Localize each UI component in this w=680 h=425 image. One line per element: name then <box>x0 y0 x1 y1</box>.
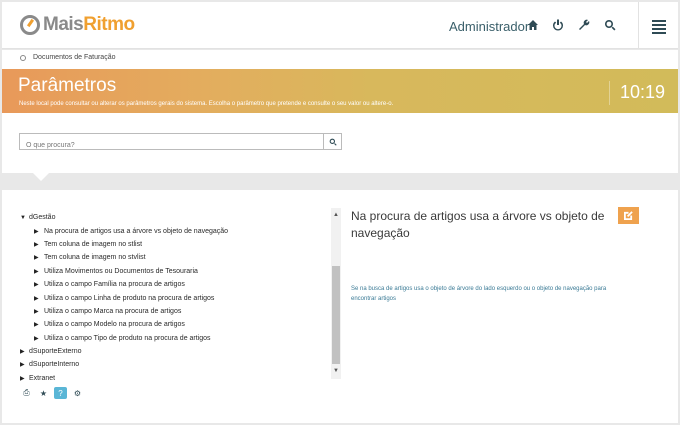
tree-item[interactable]: ▶ Utiliza o campo Tipo de produto na proc… <box>20 332 228 345</box>
tree-item[interactable]: ▶ Utiliza o campo Modelo na procura de ar… <box>20 318 228 331</box>
breadcrumb-dot-icon <box>20 54 26 61</box>
scroll-up-icon[interactable]: ▲ <box>333 212 339 218</box>
brand-logo[interactable]: MaisRitmo <box>20 14 135 36</box>
tree-item[interactable]: ▶ Utiliza o campo Família na procura de a… <box>20 278 228 291</box>
user-name[interactable]: Administrador <box>449 19 529 34</box>
parameter-description: Se na busca de artigos usa o objeto de á… <box>351 286 607 302</box>
wrench-icon[interactable] <box>576 16 592 34</box>
top-navbar: MaisRitmo Administrador <box>2 2 678 49</box>
page-subtitle: Neste local pode consultar ou alterar os… <box>19 101 394 107</box>
tree-item[interactable]: ▶ Utiliza Movimentos ou Documentos de Tes… <box>20 265 228 278</box>
edit-button[interactable] <box>618 207 639 224</box>
tree-group-dgestao[interactable]: ▼ dGestão <box>20 211 228 224</box>
gear-icon[interactable]: ⚙ <box>71 387 84 399</box>
caret-right-icon: ▶ <box>34 241 39 248</box>
tree-group-dsuporteexterno[interactable]: ▶ dSuporteExterno <box>20 345 228 358</box>
caret-right-icon: ▶ <box>20 375 25 382</box>
logo-mark-icon <box>20 15 40 35</box>
scroll-thumb[interactable] <box>332 266 340 364</box>
search-button[interactable] <box>323 134 341 149</box>
page-banner: Parâmetros Neste local pode consultar ou… <box>2 69 678 113</box>
home-icon[interactable] <box>525 16 541 34</box>
help-icon[interactable]: ? <box>54 387 67 399</box>
edit-icon <box>624 211 633 220</box>
menu-icon[interactable] <box>652 20 666 34</box>
section-pointer <box>33 173 49 181</box>
search-box <box>19 133 342 153</box>
parameter-title: Na procura de artigos usa a árvore vs ob… <box>351 209 605 240</box>
search-input[interactable] <box>20 138 318 153</box>
caret-down-icon: ▼ <box>20 214 26 221</box>
tree-toolbar: ⎙ ★ ? ⚙ <box>20 387 88 399</box>
caret-right-icon: ▶ <box>34 335 39 342</box>
page-title: Parâmetros <box>18 75 117 96</box>
caret-right-icon: ▶ <box>34 308 39 315</box>
search-icon <box>329 138 337 146</box>
star-icon[interactable]: ★ <box>37 387 50 399</box>
tree-item[interactable]: ▶ Na procura de artigos usa a árvore vs o… <box>20 224 228 237</box>
scroll-down-icon[interactable]: ▼ <box>333 368 339 374</box>
tree-item[interactable]: ▶ Utiliza o campo Marca na procura de art… <box>20 305 228 318</box>
search-icon[interactable] <box>602 16 618 34</box>
breadcrumb-label: Documentos de Faturação <box>33 54 116 61</box>
print-icon[interactable]: ⎙ <box>20 387 33 399</box>
search-area <box>2 113 678 173</box>
caret-right-icon: ▶ <box>34 295 39 302</box>
breadcrumb: Documentos de Faturação <box>2 50 678 69</box>
power-icon[interactable] <box>550 16 566 34</box>
caret-right-icon: ▶ <box>34 255 39 262</box>
menu-divider <box>638 2 639 49</box>
caret-right-icon: ▶ <box>34 282 39 289</box>
caret-right-icon: ▶ <box>34 268 39 275</box>
tree-item[interactable]: ▶ Utiliza o campo Linha de produto na pro… <box>20 291 228 304</box>
clock: 10:19 <box>609 81 665 105</box>
tree-item[interactable]: ▶ Tem coluna de imagem no stvlist <box>20 251 228 264</box>
logo-text: MaisRitmo <box>43 14 135 35</box>
breadcrumb-item[interactable]: Documentos de Faturação <box>20 54 116 61</box>
tree-group-dsuporteinterno[interactable]: ▶ dSuporteInterno <box>20 358 228 371</box>
caret-right-icon: ▶ <box>20 362 25 369</box>
parameter-tree: ▼ dGestão ▶ Na procura de artigos usa a ár… <box>20 211 228 385</box>
parameters-panel: ▼ dGestão ▶ Na procura de artigos usa a ár… <box>2 190 678 423</box>
tree-item[interactable]: ▶ Tem coluna de imagem no stlist <box>20 238 228 251</box>
tree-scrollbar[interactable]: ▲ ▼ <box>331 208 341 379</box>
tree-group-extranet[interactable]: ▶ Extranet <box>20 372 228 385</box>
caret-right-icon: ▶ <box>34 228 39 235</box>
caret-right-icon: ▶ <box>34 322 39 329</box>
caret-right-icon: ▶ <box>20 349 25 356</box>
